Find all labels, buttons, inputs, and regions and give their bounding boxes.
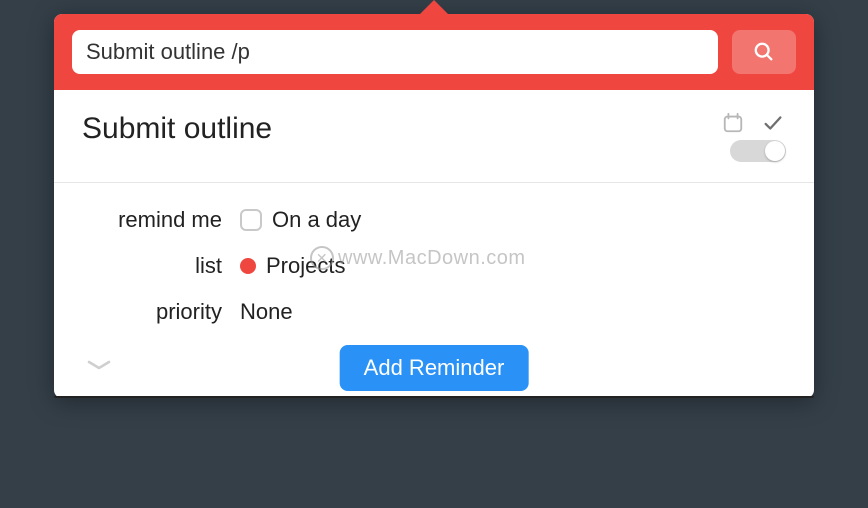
icon-row — [722, 112, 784, 134]
list-name: Projects — [266, 253, 345, 279]
task-title: Submit outline — [82, 112, 272, 146]
fields-grid: remind me On a day list Projects priorit… — [82, 207, 786, 325]
remind-checkbox[interactable] — [240, 209, 262, 231]
priority-label: priority — [82, 299, 222, 325]
search-icon — [753, 41, 775, 63]
chevron-down-icon — [86, 357, 112, 373]
bottom-bar — [54, 396, 814, 398]
title-right-controls — [722, 112, 786, 162]
checkmark-icon[interactable] — [762, 112, 784, 134]
search-input[interactable] — [72, 30, 718, 74]
title-row: Submit outline — [82, 112, 786, 162]
priority-value[interactable]: None — [240, 299, 786, 325]
add-reminder-button[interactable]: Add Reminder — [340, 345, 529, 391]
toggle-knob — [765, 141, 785, 161]
priority-text: None — [240, 299, 293, 325]
remind-label: remind me — [82, 207, 222, 233]
reminder-popover: Submit outline remin — [54, 14, 814, 398]
divider — [54, 182, 814, 183]
remind-value[interactable]: On a day — [240, 207, 786, 233]
content-area: Submit outline remin — [54, 90, 814, 398]
header-bar — [54, 14, 814, 90]
expand-chevron[interactable] — [82, 353, 116, 382]
footer-row: Add Reminder — [82, 353, 786, 382]
list-label: list — [82, 253, 222, 279]
list-value[interactable]: Projects — [240, 253, 786, 279]
list-color-dot — [240, 258, 256, 274]
calendar-icon[interactable] — [722, 112, 744, 134]
search-button[interactable] — [732, 30, 796, 74]
remind-text: On a day — [272, 207, 361, 233]
completed-toggle[interactable] — [730, 140, 786, 162]
popover-arrow — [418, 0, 450, 16]
